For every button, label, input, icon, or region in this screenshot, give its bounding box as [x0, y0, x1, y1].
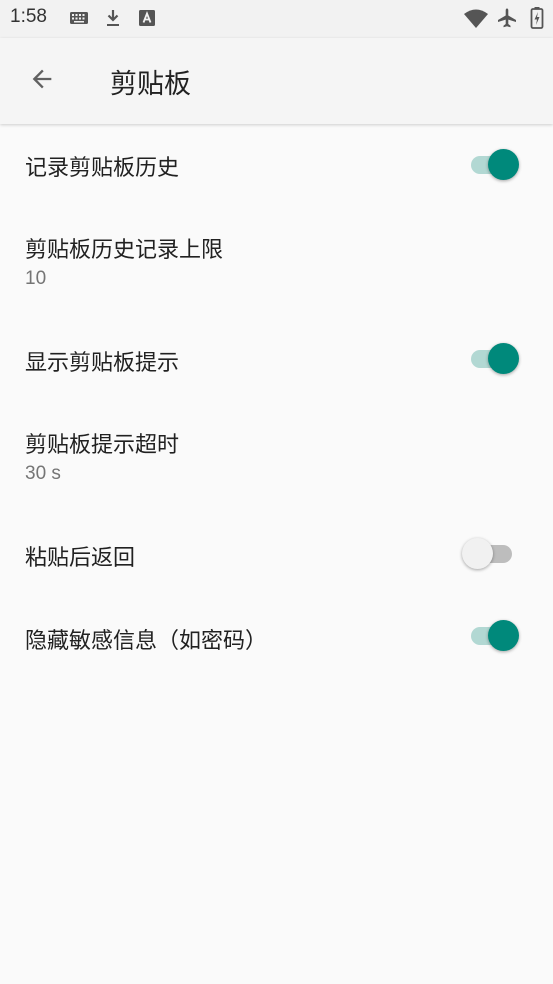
- setting-return-after-paste[interactable]: 粘贴后返回: [0, 510, 553, 595]
- setting-title: 粘贴后返回: [25, 546, 136, 571]
- hide-sensitive-switch[interactable]: [467, 618, 527, 652]
- setting-title: 显示剪贴板提示: [25, 351, 180, 376]
- arrow-back-icon: [28, 65, 56, 97]
- setting-summary: 10: [25, 268, 47, 289]
- status-time: 1:58: [10, 6, 47, 27]
- setting-hide-sensitive[interactable]: 隐藏敏感信息（如密码）: [0, 595, 553, 675]
- setting-summary: 30 s: [25, 463, 61, 484]
- a-badge-icon: [138, 9, 156, 31]
- battery-charging-icon: [530, 6, 544, 34]
- keyboard-icon: [69, 10, 89, 30]
- status-bar: 1:58: [0, 0, 553, 38]
- setting-title: 隐藏敏感信息（如密码）: [25, 629, 268, 654]
- page-title: 剪贴板: [110, 69, 191, 100]
- setting-title: 剪贴板历史记录上限: [25, 238, 224, 263]
- setting-show-hint[interactable]: 显示剪贴板提示: [0, 315, 553, 400]
- setting-title: 记录剪贴板历史: [25, 156, 180, 181]
- wifi-icon: [463, 9, 489, 33]
- record-history-switch[interactable]: [467, 147, 527, 181]
- show-hint-switch[interactable]: [467, 341, 527, 375]
- back-button[interactable]: [18, 57, 66, 105]
- setting-record-history[interactable]: 记录剪贴板历史: [0, 125, 553, 205]
- return-after-paste-switch[interactable]: [462, 536, 522, 570]
- setting-hint-timeout[interactable]: 剪贴板提示超时 30 s: [0, 400, 553, 510]
- airplane-icon: [496, 7, 518, 33]
- setting-title: 剪贴板提示超时: [25, 433, 180, 458]
- app-bar: 剪贴板: [0, 38, 553, 124]
- download-icon: [104, 8, 122, 32]
- setting-history-limit[interactable]: 剪贴板历史记录上限 10: [0, 205, 553, 315]
